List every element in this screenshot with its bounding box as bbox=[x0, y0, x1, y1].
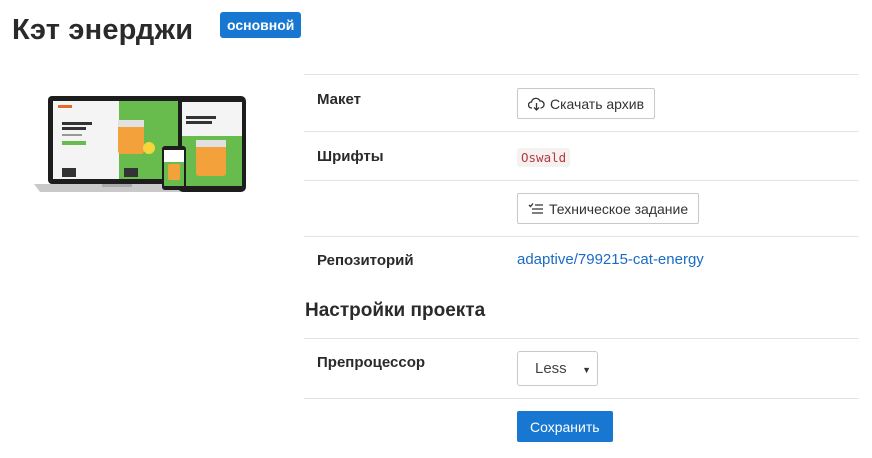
row-label: Репозиторий bbox=[317, 252, 414, 269]
checklist-icon bbox=[528, 202, 543, 214]
font-name: Oswald bbox=[517, 148, 571, 167]
status-badge: основной bbox=[220, 12, 302, 38]
page-title: Кэт энерджи bbox=[12, 14, 194, 46]
settings-divider bbox=[304, 338, 859, 339]
row-fonts: Шрифты Oswald bbox=[304, 131, 859, 180]
preprocessor-value: Less bbox=[535, 360, 567, 377]
settings-divider bbox=[304, 398, 859, 399]
download-archive-label: Скачать архив bbox=[550, 95, 645, 112]
chevron-down-icon: ▼ bbox=[582, 365, 591, 375]
row-label: Шрифты bbox=[317, 148, 384, 165]
cloud-download-icon bbox=[528, 97, 545, 111]
repository-link[interactable]: adaptive/799215-cat-energy bbox=[517, 251, 704, 268]
technical-spec-label: Техническое задание bbox=[549, 200, 689, 217]
preprocessor-label: Препроцессор bbox=[317, 354, 426, 371]
preprocessor-select[interactable]: Less ▼ bbox=[517, 351, 598, 386]
settings-heading: Настройки проекта bbox=[305, 300, 486, 321]
project-preview-image bbox=[34, 92, 246, 196]
save-button[interactable]: Сохранить bbox=[517, 411, 613, 442]
download-archive-button[interactable]: Скачать архив bbox=[517, 88, 656, 119]
row-layout: Макет Скачать архив bbox=[304, 74, 859, 131]
row-repository: Репозиторий adaptive/799215-cat-energy bbox=[304, 236, 859, 288]
row-label: Макет bbox=[317, 91, 362, 108]
row-spec: Техническое задание bbox=[304, 180, 859, 236]
device-mockup-icon bbox=[34, 96, 246, 192]
technical-spec-button[interactable]: Техническое задание bbox=[517, 193, 700, 224]
project-info-table: Макет Скачать архив Шрифты Oswald Технич… bbox=[304, 74, 859, 288]
